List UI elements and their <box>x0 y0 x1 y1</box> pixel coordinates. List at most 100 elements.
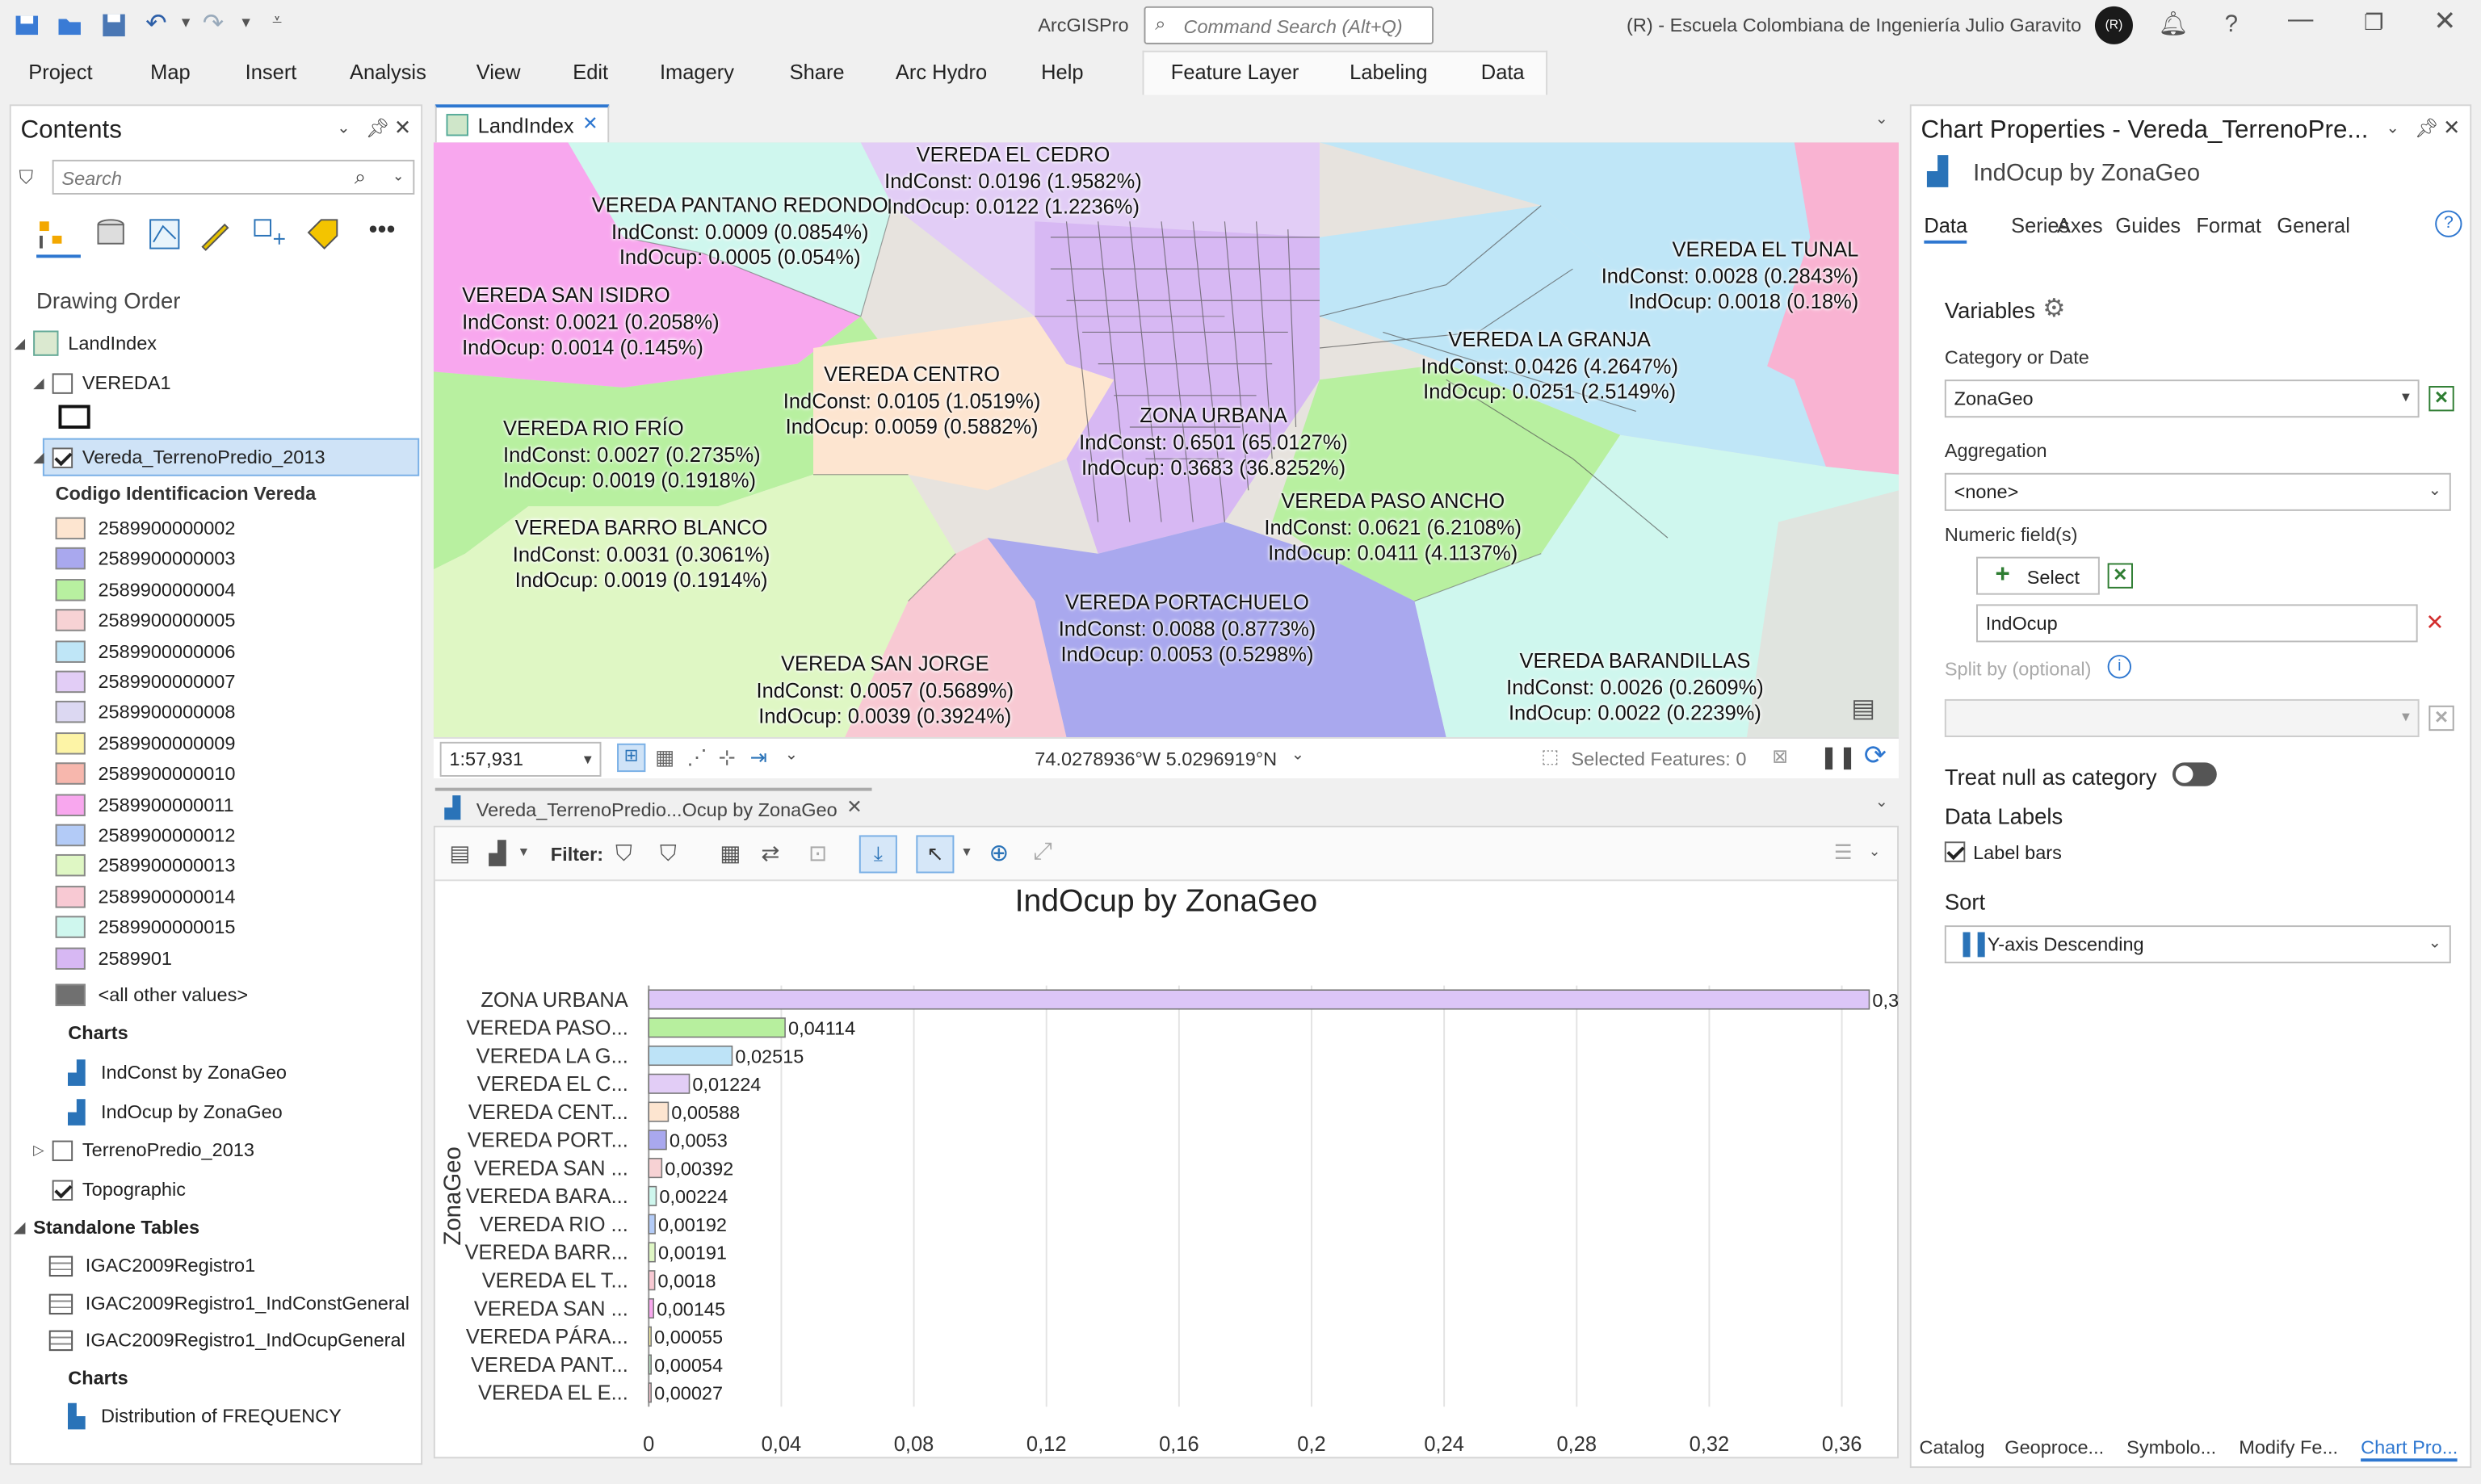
tab-axes[interactable]: Axes <box>2057 213 2103 237</box>
aggregation-select[interactable]: <none> ⌄ <box>1944 472 2451 511</box>
tab-symbology[interactable]: Symbolo... <box>2126 1436 2216 1458</box>
menu-analysis[interactable]: Analysis <box>350 60 426 83</box>
select-dropdown-icon[interactable]: ▼ <box>960 845 973 859</box>
menu-map[interactable]: Map <box>150 60 191 83</box>
legend-item[interactable]: 2589900000004 <box>55 572 236 607</box>
chart-properties-icon[interactable]: ▤ <box>449 840 470 866</box>
bar-chart[interactable]: 0 0,04 0,08 0,12 0,16 0,2 0,24 0,28 0,32 0,36 ZONA… <box>435 881 1900 1460</box>
menu-project[interactable]: Project <box>28 60 92 83</box>
bar[interactable] <box>648 1158 663 1179</box>
chart-item-frequency[interactable]: ▙ Distribution of FREQUENCY <box>68 1398 342 1433</box>
bar[interactable] <box>648 1326 652 1347</box>
map-canvas[interactable]: VEREDA EL CEDRO IndConst: 0.0196 (1.9582… <box>433 142 1900 737</box>
close-window-icon[interactable]: ✕ <box>2433 6 2456 38</box>
tree-row-vereda1[interactable]: ◢ VEREDA1 <box>33 366 171 400</box>
bar[interactable] <box>648 1101 670 1122</box>
correction-icon[interactable]: ⊹ <box>718 745 735 770</box>
legend-item[interactable]: 2589900000008 <box>55 695 236 730</box>
treat-null-toggle[interactable] <box>2172 762 2217 786</box>
info-icon[interactable]: i <box>2107 655 2132 679</box>
pin-icon[interactable]: 📌︎ <box>366 117 390 139</box>
coordinates-format-icon[interactable]: ⌄ <box>1291 747 1304 765</box>
chart-item-indconst[interactable]: ▟ IndConst by ZonaGeo <box>68 1055 287 1090</box>
bar[interactable] <box>648 1242 656 1263</box>
tab-chart-properties[interactable]: Chart Pro... <box>2361 1436 2458 1462</box>
clear-category-icon[interactable]: ✕ <box>2429 386 2454 412</box>
bar[interactable] <box>648 1354 652 1375</box>
tree-row-vereda-terrenopredio[interactable]: ◢ Vereda_TerrenoPredio_2013 <box>33 440 325 475</box>
redo-icon[interactable]: ↷ <box>203 8 224 40</box>
command-search-input[interactable]: ⌕ Command Search (Alt+Q) <box>1144 6 1434 44</box>
tab-overflow-icon[interactable]: ⌄ <box>1875 794 1888 812</box>
table-view-icon[interactable]: ⊠ <box>1772 745 1788 767</box>
terreno-visibility-checkbox[interactable] <box>52 1139 73 1161</box>
vereda-tp-visibility-checkbox[interactable] <box>52 446 73 467</box>
chart-item-indocup[interactable]: ▟ IndOcup by ZonaGeo <box>68 1095 283 1130</box>
save-icon[interactable] <box>99 11 128 40</box>
avatar[interactable]: (R) <box>2094 6 2133 44</box>
pane-options-icon[interactable]: ⌄ <box>337 120 350 138</box>
legend-item[interactable]: 2589900000012 <box>55 818 236 853</box>
filter-icon[interactable]: ⛉ <box>19 166 34 190</box>
list-view-icon[interactable]: ☰ <box>1834 840 1853 865</box>
clear-split-icon[interactable]: ✕ <box>2429 705 2454 732</box>
legend-item[interactable]: 2589900000009 <box>55 726 236 761</box>
list-by-editing-icon[interactable] <box>198 216 233 251</box>
list-by-labeling-icon[interactable] <box>305 216 340 251</box>
legend-item[interactable]: 2589900000007 <box>55 664 236 699</box>
close-tab-icon[interactable]: ✕ <box>582 112 598 134</box>
list-by-drawing-order-icon[interactable] <box>36 216 81 258</box>
snapping-toggle-icon[interactable]: ⊞ <box>617 743 646 773</box>
zoom-in-icon[interactable]: ⊕ <box>989 838 1009 866</box>
search-dropdown-icon[interactable]: ⌄ <box>393 168 405 186</box>
bar[interactable] <box>648 1017 786 1038</box>
legend-item[interactable]: 2589900000006 <box>55 634 236 669</box>
label-bars-checkbox[interactable] <box>1944 841 1966 862</box>
menu-imagery[interactable]: Imagery <box>660 60 734 83</box>
legend-item[interactable]: 2589900000015 <box>55 910 236 945</box>
legend-item[interactable]: 2589900000014 <box>55 879 236 914</box>
split-by-select[interactable]: ▾ <box>1944 698 2420 737</box>
selected-features[interactable]: Selected Features: 0 <box>1571 748 1746 770</box>
map-scale-select[interactable]: 1:57,931 ▾ <box>439 741 602 777</box>
search-icon[interactable]: ⌕ <box>355 165 366 190</box>
tab-data[interactable]: Data <box>1481 60 1525 83</box>
minimize-icon[interactable]: — <box>2288 6 2313 35</box>
menu-view[interactable]: View <box>476 60 521 83</box>
grid-icon[interactable]: ▦ <box>655 745 674 770</box>
bar[interactable] <box>648 1185 657 1206</box>
contents-search-input[interactable]: Search ⌕ ⌄ <box>52 159 415 195</box>
customize-toolbar-icon[interactable]: ⩡ <box>272 11 282 31</box>
undo-dropdown-icon[interactable]: ▼ <box>178 15 192 31</box>
account-label[interactable]: (R) - Escuela Colombiana de Ingeniería J… <box>1627 15 2081 36</box>
collapse-icon[interactable]: ◢ <box>33 374 52 392</box>
tab-feature-layer[interactable]: Feature Layer <box>1171 60 1299 83</box>
redo-dropdown-icon[interactable]: ▼ <box>239 15 253 31</box>
tab-modify-features[interactable]: Modify Fe... <box>2239 1436 2338 1458</box>
close-pane-icon[interactable]: ✕ <box>394 115 411 140</box>
tab-guides[interactable]: Guides <box>2115 213 2181 237</box>
sort-select[interactable]: ▐▐ Y-axis Descending ⌄ <box>1944 925 2451 964</box>
bar[interactable] <box>648 1130 667 1151</box>
close-tab-icon[interactable]: ✕ <box>846 795 863 817</box>
tab-catalog[interactable]: Catalog <box>1919 1436 1984 1458</box>
legend-other-values[interactable]: <all other values> <box>55 978 249 1012</box>
table-item-1[interactable]: IGAC2009Registro1 <box>48 1248 255 1283</box>
tab-chart[interactable]: ▟ Vereda_TerrenoPredio...Ocup by ZonaGeo… <box>434 787 872 826</box>
legend-item[interactable]: 2589900000011 <box>55 787 234 822</box>
tab-landindex[interactable]: LandIndex ✕ <box>434 104 610 143</box>
bar[interactable] <box>648 1382 652 1403</box>
filter-selection-icon[interactable]: ⛉ <box>660 840 677 866</box>
full-extent-icon[interactable]: ⤢ <box>1033 838 1052 865</box>
tab-geoprocessing[interactable]: Geoproce... <box>2005 1436 2104 1458</box>
pane-options-icon[interactable]: ⌄ <box>2386 120 2399 138</box>
category-select[interactable]: ZonaGeo ▾ <box>1944 379 2420 418</box>
filter-extent-icon[interactable]: ⛉ <box>615 840 632 866</box>
tree-row-map[interactable]: ◢ LandIndex <box>15 326 157 361</box>
notifications-bell-icon[interactable]: 🔔︎ <box>2158 10 2188 38</box>
tab-general[interactable]: General <box>2277 213 2350 237</box>
remove-field-icon[interactable]: ✕ <box>2425 609 2444 635</box>
chart-view-menu-icon[interactable]: ⌄ <box>1869 843 1881 861</box>
list-by-snapping-icon[interactable] <box>252 216 287 251</box>
auto-zoom-icon[interactable]: ⤓ <box>858 835 897 874</box>
